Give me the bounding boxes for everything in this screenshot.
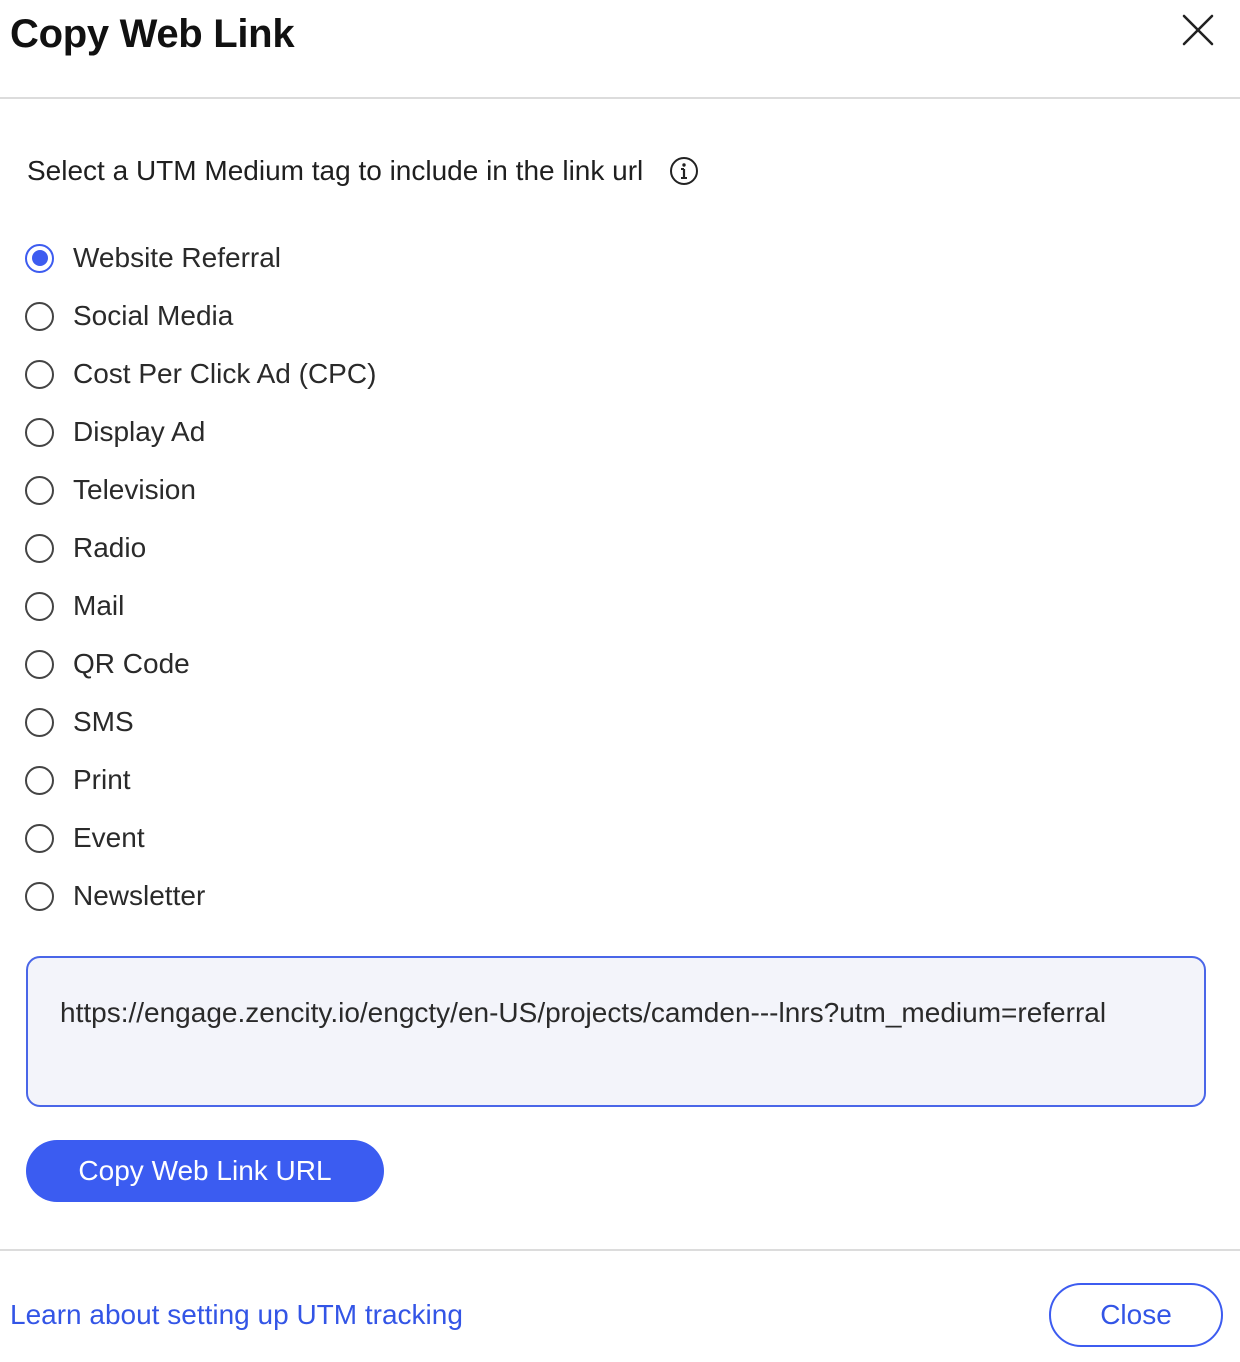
- radio-label: Cost Per Click Ad (CPC): [73, 358, 377, 389]
- utm-prompt-text: Select a UTM Medium tag to include in th…: [27, 155, 644, 186]
- utm-prompt: Select a UTM Medium tag to include in th…: [27, 155, 699, 187]
- radio-button[interactable]: [25, 533, 54, 563]
- radio-option[interactable]: Radio: [25, 519, 376, 577]
- radio-button[interactable]: [25, 417, 54, 447]
- radio-button[interactable]: [25, 591, 54, 621]
- radio-button[interactable]: [25, 649, 54, 679]
- radio-label: SMS: [73, 706, 134, 737]
- radio-option[interactable]: Television: [25, 461, 376, 519]
- radio-option[interactable]: Cost Per Click Ad (CPC): [25, 345, 376, 403]
- radio-label: Print: [73, 764, 131, 795]
- radio-label: QR Code: [73, 648, 190, 679]
- radio-label: Display Ad: [73, 416, 206, 447]
- dialog-header: Copy Web Link: [0, 0, 1240, 99]
- radio-label: Event: [73, 822, 145, 853]
- dialog-title: Copy Web Link: [10, 12, 295, 56]
- copy-web-link-url-button[interactable]: Copy Web Link URL: [26, 1140, 384, 1202]
- radio-button[interactable]: [25, 881, 54, 911]
- dialog-footer: Learn about setting up UTM tracking Clos…: [0, 1249, 1240, 1362]
- dialog-body: Select a UTM Medium tag to include in th…: [0, 99, 1240, 1250]
- radio-button[interactable]: [25, 301, 54, 331]
- web-link-url-field[interactable]: https://engage.zencity.io/engcty/en-US/p…: [26, 956, 1206, 1107]
- radio-button[interactable]: [25, 707, 54, 737]
- radio-label: Television: [73, 474, 196, 505]
- utm-medium-radio-group: Website Referral Social Media Cost Per C…: [25, 229, 376, 925]
- radio-option[interactable]: Event: [25, 809, 376, 867]
- info-icon[interactable]: [669, 156, 699, 186]
- close-button[interactable]: Close: [1049, 1283, 1223, 1347]
- radio-label: Social Media: [73, 300, 234, 331]
- radio-option[interactable]: Newsletter: [25, 867, 376, 925]
- radio-button[interactable]: [25, 823, 54, 853]
- radio-label: Radio: [73, 532, 147, 563]
- radio-option[interactable]: Mail: [25, 577, 376, 635]
- radio-button[interactable]: [25, 765, 54, 795]
- radio-option[interactable]: Display Ad: [25, 403, 376, 461]
- radio-label: Mail: [73, 590, 125, 621]
- radio-label: Website Referral: [73, 242, 282, 273]
- radio-label: Newsletter: [73, 880, 206, 911]
- radio-button[interactable]: [25, 359, 54, 389]
- radio-button[interactable]: [25, 243, 54, 273]
- copy-web-link-dialog: Copy Web Link Select a UTM Medium tag to…: [0, 0, 1240, 1362]
- learn-utm-tracking-link[interactable]: Learn about setting up UTM tracking: [10, 1299, 463, 1331]
- radio-button[interactable]: [25, 475, 54, 505]
- close-icon[interactable]: [1180, 12, 1216, 48]
- radio-option[interactable]: SMS: [25, 693, 376, 751]
- radio-option[interactable]: Website Referral: [25, 229, 376, 287]
- radio-option[interactable]: Print: [25, 751, 376, 809]
- radio-option[interactable]: Social Media: [25, 287, 376, 345]
- radio-option[interactable]: QR Code: [25, 635, 376, 693]
